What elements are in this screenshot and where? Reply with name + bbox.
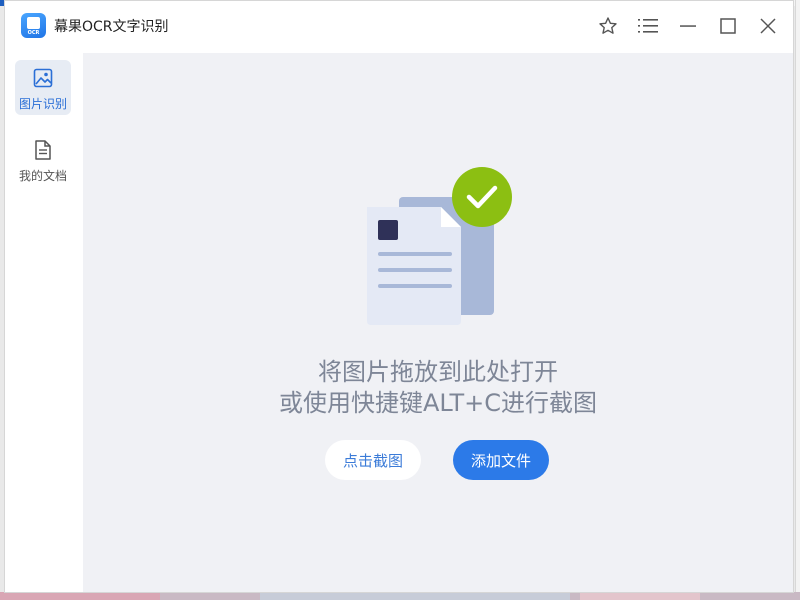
- sidebar-item-label: 图片识别: [18, 97, 67, 111]
- document-checked-illustration: [367, 167, 512, 325]
- app-title: 幕果OCR文字识别: [54, 19, 169, 35]
- desktop-background-right: [795, 0, 800, 600]
- image-icon: [33, 68, 53, 88]
- sidebar: 图片识别 我的文档: [5, 51, 83, 592]
- menu-button[interactable]: [635, 13, 661, 39]
- capture-screenshot-button[interactable]: 点击截图: [325, 440, 421, 480]
- close-icon: [760, 18, 776, 34]
- app-logo-text: OCR: [27, 30, 40, 36]
- document-icon: [35, 140, 51, 160]
- add-file-button[interactable]: 添加文件: [453, 440, 549, 480]
- star-icon: [599, 17, 617, 34]
- app-logo: OCR: [21, 13, 46, 38]
- minimize-button[interactable]: [675, 13, 701, 39]
- title-bar[interactable]: OCR 幕果OCR文字识别: [5, 1, 793, 51]
- sidebar-item-image-recognition[interactable]: 图片识别: [15, 60, 71, 115]
- desktop-background-bottom: [0, 592, 800, 600]
- maximize-icon: [720, 18, 736, 34]
- drop-hint-line1: 将图片拖放到此处打开: [318, 358, 558, 386]
- close-button[interactable]: [755, 13, 781, 39]
- drop-zone[interactable]: 将图片拖放到此处打开 或使用快捷键ALT+C进行截图 点击截图 添加文件: [83, 53, 793, 592]
- minimize-icon: [680, 25, 696, 27]
- menu-icon: [638, 19, 658, 33]
- sidebar-item-my-documents[interactable]: 我的文档: [15, 132, 71, 187]
- sidebar-item-label: 我的文档: [18, 169, 67, 183]
- favorite-button[interactable]: [595, 13, 621, 39]
- app-window: OCR 幕果OCR文字识别 图片识别 我的文档 将图片拖放到此处打开 或使用快捷…: [4, 0, 794, 593]
- drop-hint-line2: 或使用快捷键ALT+C进行截图: [278, 389, 597, 417]
- check-circle-icon: [452, 167, 512, 227]
- maximize-button[interactable]: [715, 13, 741, 39]
